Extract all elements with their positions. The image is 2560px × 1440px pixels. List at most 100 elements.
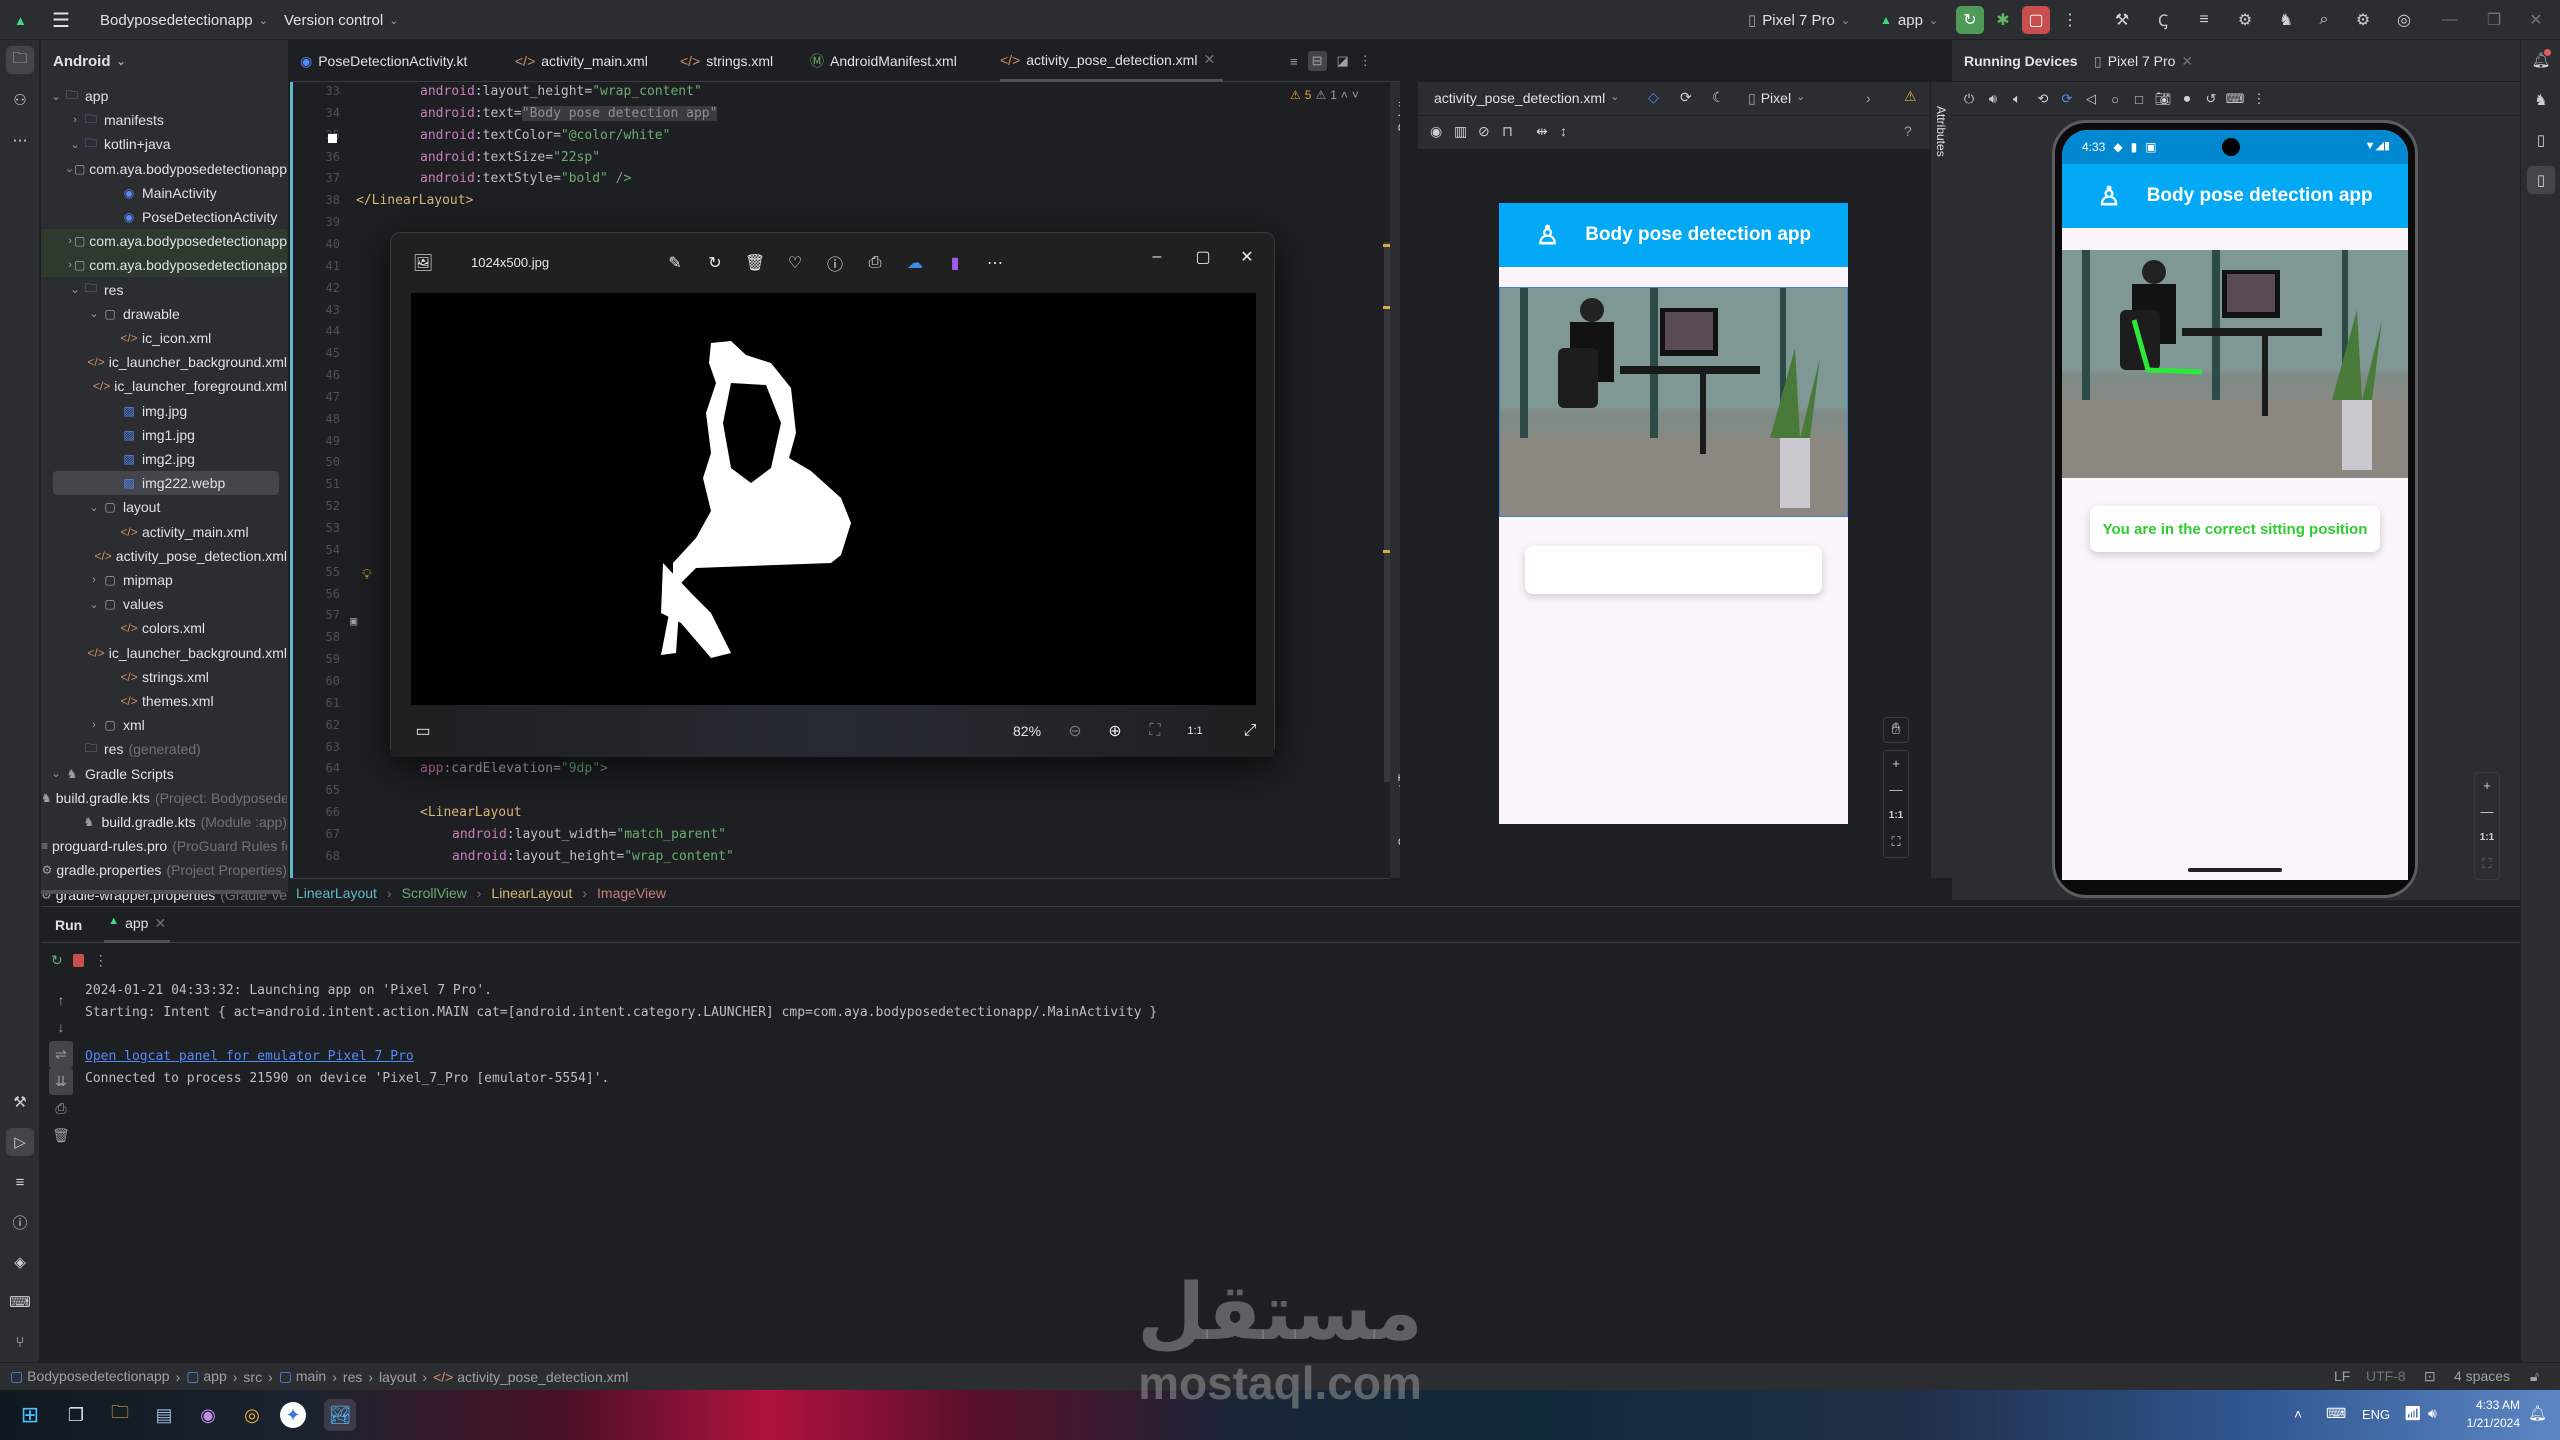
- path-item[interactable]: ▢ main: [279, 1368, 326, 1385]
- device-preview-selector[interactable]: ▯ Pixel ⌄: [1748, 90, 1805, 107]
- device-tab[interactable]: ▯ Pixel 7 Pro ✕: [2094, 53, 2193, 70]
- path-item[interactable]: </> activity_pose_detection.xml: [433, 1369, 628, 1385]
- rotate-right-icon[interactable]: ⟳: [2056, 88, 2078, 110]
- path-item[interactable]: src: [243, 1369, 262, 1385]
- breadcrumb-item[interactable]: LinearLayout: [491, 885, 572, 901]
- running-devices-tool-button[interactable]: ▯: [2527, 166, 2555, 194]
- read-only-lock-icon[interactable]: 🔓︎: [2530, 1368, 2539, 1385]
- chevron-right-icon[interactable]: ›: [66, 259, 74, 271]
- search-button[interactable]: ⌕: [2310, 6, 2338, 34]
- tree-item[interactable]: ▨ img2.jpg: [41, 447, 287, 471]
- tree-item[interactable]: ◉ PoseDetectionActivity: [41, 205, 287, 229]
- inspection-widget[interactable]: ⚠ 5 ⚠ 1 ˄ ˅: [1290, 88, 1359, 102]
- power-icon[interactable]: ⏻: [1958, 88, 1980, 110]
- tree-item[interactable]: </> ic_launcher_background.xml: [41, 350, 287, 374]
- zoom-out-button[interactable]: —: [2475, 799, 2499, 825]
- tree-item[interactable]: ⌄ ▢ com.aya.bodyposedetectionapp: [41, 157, 287, 181]
- close-tab-icon[interactable]: ✕: [154, 915, 166, 932]
- tree-item[interactable]: › 🗀 manifests: [41, 108, 287, 132]
- app-quality-tool-button[interactable]: ◈: [6, 1248, 34, 1276]
- close-window-button[interactable]: ✕: [2522, 6, 2550, 34]
- project-view-selector[interactable]: Android ⌄: [41, 40, 288, 82]
- tab-android-manifest[interactable]: Ⓜ AndroidManifest.xml: [810, 40, 957, 82]
- snapshot-icon[interactable]: ↺: [2200, 88, 2222, 110]
- chrome-icon[interactable]: ◎: [236, 1399, 268, 1431]
- soft-wrap-icon[interactable]: ⇌: [49, 1041, 73, 1068]
- autoconnect-icon[interactable]: ⊘: [1478, 123, 1490, 140]
- print-icon[interactable]: ⎙: [861, 249, 889, 277]
- horizontal-scrollbar[interactable]: [41, 890, 281, 894]
- chevron-right-icon[interactable]: ›: [66, 235, 74, 247]
- scroll-up-icon[interactable]: ↑: [49, 987, 73, 1014]
- device-manager-tool-button[interactable]: ▯: [2527, 126, 2555, 154]
- build-button[interactable]: ⚒: [2108, 6, 2136, 34]
- volume-up-icon[interactable]: 🔊︎: [1982, 88, 2004, 110]
- path-item[interactable]: res: [343, 1369, 362, 1385]
- rerun-icon[interactable]: ↻: [51, 952, 63, 969]
- tree-item[interactable]: </> ic_launcher_foreground.xml: [41, 374, 287, 398]
- build-tool-button[interactable]: ⚒: [6, 1088, 34, 1116]
- rotate-left-icon[interactable]: ⟲: [2032, 88, 2054, 110]
- notifications-button[interactable]: 🔔︎: [2527, 46, 2555, 74]
- minimize-icon[interactable]: –: [1143, 243, 1171, 271]
- onedrive-icon[interactable]: ☁: [901, 249, 929, 277]
- zoom-actual-button[interactable]: 1:1: [1884, 803, 1908, 829]
- volume-down-icon[interactable]: 🔈︎: [2006, 88, 2028, 110]
- vcs-tool-button[interactable]: ⑂: [6, 1328, 34, 1356]
- design-view-icon[interactable]: ◪: [1337, 53, 1349, 69]
- gradle-tool-button[interactable]: ♞: [2527, 86, 2555, 114]
- more-icon[interactable]: ⋮: [1359, 53, 1372, 69]
- prev-highlight-icon[interactable]: ˄: [1341, 88, 1348, 102]
- device-manager-button[interactable]: ⚙: [2231, 6, 2259, 34]
- tree-item[interactable]: 🗀 res (generated): [41, 737, 287, 761]
- layout-file-selector[interactable]: activity_pose_detection.xml ⌄: [1434, 90, 1619, 106]
- home-icon[interactable]: ○: [2104, 88, 2126, 110]
- intention-bulb-icon[interactable]: 💡︎: [362, 567, 372, 583]
- attributes-tab[interactable]: Attributes: [1934, 106, 1948, 157]
- chevron-down-icon[interactable]: ⌄: [68, 283, 82, 296]
- tab-pose-detection-activity[interactable]: ◉ PoseDetectionActivity.kt: [300, 40, 467, 82]
- scroll-to-end-icon[interactable]: ⇊: [49, 1068, 73, 1095]
- vcs-selector[interactable]: Version control ⌄: [284, 0, 398, 40]
- emulator-screen[interactable]: 4:33 ◆ ▮ ▣ ▼◢▮ ♙ Body pose detection app: [2062, 130, 2408, 860]
- zoom-fit-icon[interactable]: ⛶: [1884, 829, 1908, 855]
- vertical-align-icon[interactable]: ↕: [1560, 123, 1567, 139]
- clock[interactable]: 4:33 AM 1/21/2024: [2460, 1396, 2520, 1432]
- clear-icon[interactable]: 🗑︎: [49, 1122, 73, 1149]
- tree-item[interactable]: ♞ build.gradle.kts (Module :app): [41, 810, 287, 834]
- chevron-down-icon[interactable]: ⌄: [87, 307, 101, 320]
- windows-start-icon[interactable]: ⊞: [14, 1399, 46, 1431]
- more-icon[interactable]: ⋮: [94, 952, 108, 969]
- breadcrumb-item[interactable]: ImageView: [597, 885, 666, 901]
- gallery-icon[interactable]: 🖼︎: [409, 249, 437, 277]
- back-icon[interactable]: ◁: [2080, 88, 2102, 110]
- overflow-chevron-icon[interactable]: ›: [1866, 90, 1871, 106]
- tree-item[interactable]: ⌄ ▢ layout: [41, 495, 287, 519]
- edit-image-icon[interactable]: ✎: [661, 249, 689, 277]
- tree-item[interactable]: ⌄ ▢ drawable: [41, 302, 287, 326]
- view-options-icon[interactable]: ◉: [1430, 123, 1442, 140]
- tab-activity-pose-detection[interactable]: </> activity_pose_detection.xml ✕: [1000, 40, 1224, 82]
- path-item[interactable]: layout: [379, 1369, 416, 1385]
- stop-icon[interactable]: [72, 953, 84, 967]
- terminal-tool-button[interactable]: ⌨: [6, 1288, 34, 1316]
- warning-icon[interactable]: ⚠: [1904, 88, 1917, 105]
- image-gutter-icon[interactable]: ▣: [350, 614, 357, 628]
- translate-button[interactable]: Ꞔ: [2149, 6, 2177, 34]
- tree-item[interactable]: › ▢ com.aya.bodyposedetectionapp: [41, 253, 287, 278]
- indent-setting[interactable]: 4 spaces: [2454, 1368, 2510, 1384]
- tree-item[interactable]: ▨ img.jpg: [41, 399, 287, 423]
- close-icon[interactable]: ✕: [1233, 243, 1261, 271]
- file-explorer-icon[interactable]: 🗀: [104, 1399, 136, 1431]
- filmstrip-icon[interactable]: ▭: [409, 717, 437, 745]
- night-mode-icon[interactable]: ☾: [1712, 89, 1725, 106]
- viewed-image[interactable]: Ø: [411, 293, 1256, 705]
- tree-item[interactable]: </> ic_icon.xml: [41, 326, 287, 350]
- image-view-selected[interactable]: [1499, 287, 1848, 517]
- info-icon[interactable]: ⓘ: [821, 249, 849, 277]
- tree-item[interactable]: </> colors.xml: [41, 616, 287, 640]
- screen-record-icon[interactable]: ⏺: [2176, 88, 2198, 110]
- chevron-down-icon[interactable]: ⌄: [49, 767, 63, 780]
- tree-item[interactable]: ◉ MainActivity: [41, 181, 287, 205]
- chevron-down-icon[interactable]: ⌄: [65, 162, 74, 175]
